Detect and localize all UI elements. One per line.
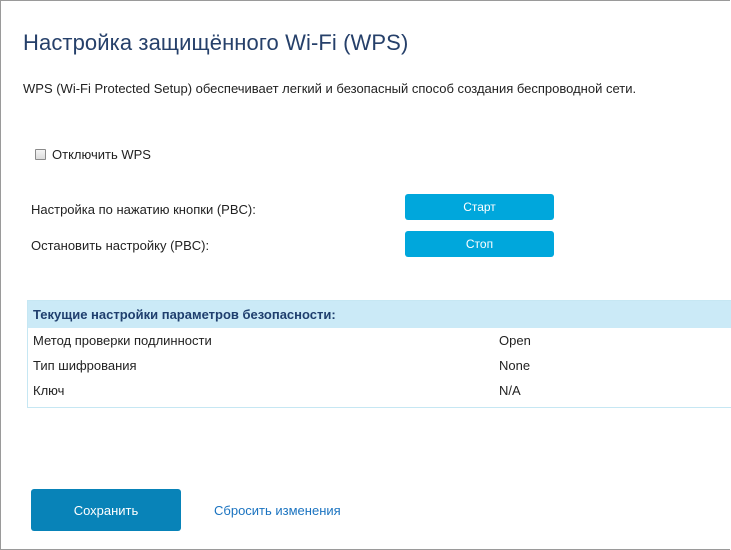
start-button[interactable]: Старт <box>405 194 554 220</box>
auth-method-label: Метод проверки подлинности <box>33 333 212 348</box>
stop-button[interactable]: Стоп <box>405 231 554 257</box>
key-value: N/A <box>499 383 521 398</box>
security-settings-panel: Текущие настройки параметров безопасност… <box>27 300 731 408</box>
disable-wps-checkbox-row[interactable]: Отключить WPS <box>35 147 151 162</box>
page-title: Настройка защищённого Wi-Fi (WPS) <box>23 30 409 55</box>
security-row-key: Ключ N/A <box>28 378 731 403</box>
pbc-stop-label: Остановить настройку (PBC): <box>31 238 210 253</box>
page-description: WPS (Wi-Fi Protected Setup) обеспечивает… <box>23 81 637 96</box>
wps-settings-page: Настройка защищённого Wi-Fi (WPS) WPS (W… <box>0 0 731 550</box>
key-label: Ключ <box>33 383 65 398</box>
security-panel-header: Текущие настройки параметров безопасност… <box>28 301 731 328</box>
save-button[interactable]: Сохранить <box>31 489 181 531</box>
auth-method-value: Open <box>499 333 531 348</box>
encryption-type-value: None <box>499 358 531 373</box>
encryption-type-label: Тип шифрования <box>33 358 137 373</box>
disable-wps-label: Отключить WPS <box>52 147 151 162</box>
pbc-start-label: Настройка по нажатию кнопки (PBC): <box>31 202 256 217</box>
disable-wps-checkbox[interactable] <box>35 149 46 160</box>
security-row-auth-method: Метод проверки подлинности Open <box>28 328 731 353</box>
security-row-encryption-type: Тип шифрования None <box>28 353 731 378</box>
reset-changes-link[interactable]: Сбросить изменения <box>214 503 341 518</box>
